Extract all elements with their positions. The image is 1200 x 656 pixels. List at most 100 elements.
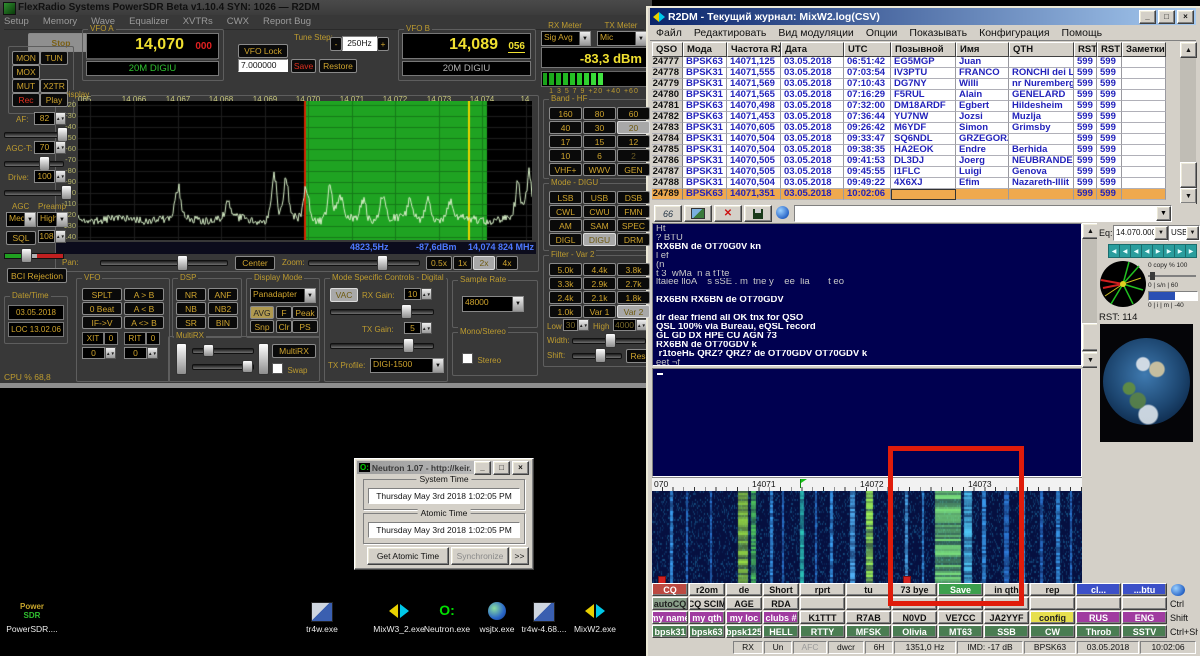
dropdown-arrow-icon[interactable]: ▼ (512, 297, 523, 311)
macro-n0vd[interactable]: N0VD (892, 611, 937, 624)
sideband-combobox[interactable]: USB▼ (1168, 225, 1200, 241)
close-button[interactable]: × (512, 461, 529, 475)
col-header-6[interactable]: Имя (956, 42, 1009, 57)
checkbox-icon[interactable] (462, 353, 473, 364)
mode-sam[interactable]: SAM (583, 219, 616, 232)
scrollbar-thumb[interactable] (1180, 162, 1197, 188)
frequency-combobox[interactable]: 14.070.000▼ (1113, 225, 1169, 241)
col-header-10[interactable]: Заметки (1122, 42, 1166, 57)
macro-de[interactable]: de (726, 583, 762, 596)
picture-button[interactable] (684, 205, 712, 222)
mode-digl[interactable]: DIGL (549, 233, 582, 246)
col-header-2[interactable]: Частота RX (727, 42, 781, 57)
dm-snp[interactable]: Snp (250, 320, 274, 333)
macro-myqth[interactable]: my qth (689, 611, 725, 624)
spinner-icon[interactable]: ▲▼ (421, 288, 432, 300)
dropdown-arrow-icon[interactable]: ▼ (1186, 226, 1199, 240)
dropdown-arrow-icon[interactable]: ▼ (304, 289, 315, 302)
multirx-pan2-slider[interactable] (258, 343, 269, 375)
multirx-gain-slider[interactable] (192, 344, 254, 355)
mixw-titlebar[interactable]: R2DM - Текущий журнал: MixW2.log(CSV) _ … (650, 8, 1196, 25)
delete-qso-button[interactable]: ✕ (714, 205, 742, 222)
spinner-icon[interactable]: ▲▼ (55, 112, 66, 125)
col-header-4[interactable]: UTC (844, 42, 891, 57)
macro-cq[interactable]: CQ (652, 583, 688, 596)
tx-meter-select[interactable]: Mic▼ (597, 31, 647, 46)
filter-var2[interactable]: Var 2 (617, 305, 650, 318)
table-row[interactable]: 24779BPSK3114071,56903.05.201807:10:43DG… (652, 79, 1166, 90)
macro-sstv[interactable]: SSTV (1122, 625, 1167, 638)
maximize-button[interactable]: □ (493, 461, 510, 475)
drive-field[interactable]: 100▲▼ (34, 170, 66, 183)
MON-button[interactable]: MON (12, 51, 40, 65)
Play-button[interactable]: Play (40, 93, 68, 107)
macro-save[interactable]: Save (938, 583, 983, 596)
log-scrollbar[interactable]: ▲ ▼ (1180, 42, 1196, 202)
psdr-menu-memory[interactable]: Memory (43, 15, 77, 29)
xit-button[interactable]: XIT (82, 332, 104, 345)
X2TR-button[interactable]: X2TR (40, 79, 68, 93)
dsp-bin[interactable]: BIN (208, 316, 238, 329)
Rec-button[interactable]: Rec (12, 93, 40, 107)
col-header-5[interactable]: Позывной (891, 42, 956, 57)
agct-field[interactable]: 70▲▼ (34, 141, 66, 154)
display-mode-select[interactable]: Panadapter▼ (250, 288, 316, 303)
mode-drm[interactable]: DRM (617, 233, 650, 246)
mode-usb[interactable]: USB (583, 191, 616, 204)
scroll-down-icon[interactable]: ▼ (1180, 188, 1197, 204)
agct-slider[interactable] (4, 156, 64, 169)
macro-autocq[interactable]: autoCQ (652, 597, 688, 610)
col-header-8[interactable]: RST (1074, 42, 1097, 57)
earth-globe[interactable] (1103, 338, 1190, 425)
save-log-button[interactable] (744, 205, 772, 222)
band-15[interactable]: 15 (583, 135, 616, 148)
vfoctl-ab[interactable]: A < B (124, 302, 164, 315)
mode-digu[interactable]: DIGU (583, 233, 616, 246)
macro-blank[interactable] (984, 597, 1029, 610)
dsp-nb[interactable]: NB (176, 302, 206, 315)
table-row[interactable]: 24788BPSK3114070,50403.05.201809:49:224X… (652, 178, 1166, 189)
dropdown-arrow-icon[interactable]: ▼ (24, 213, 35, 226)
rx-gain-field[interactable]: 10▲▼ (404, 288, 432, 300)
tune-right-button[interactable]: ▶ (1185, 244, 1197, 258)
rx-scrollbar[interactable]: ▲ ▼ (1082, 223, 1097, 366)
mode-spec[interactable]: SPEC (617, 219, 650, 232)
web-globe-icon[interactable] (776, 206, 789, 219)
macro-myloc[interactable]: my loc (726, 611, 762, 624)
spinner-icon[interactable]: ▲▼ (105, 347, 116, 359)
copy-slider[interactable] (1148, 272, 1196, 280)
filter-33k[interactable]: 3.3k (549, 277, 582, 290)
macro-hell[interactable]: HELL (763, 625, 799, 638)
sql-button[interactable]: SQL (6, 231, 36, 245)
band-40[interactable]: 40 (549, 121, 582, 134)
zoom-1x[interactable]: 1x (453, 256, 472, 270)
psdr-menu-xvtrs[interactable]: XVTRs (183, 15, 213, 29)
spinner-icon[interactable]: ▲▼ (147, 347, 158, 359)
swap-checkbox[interactable]: Swap (272, 360, 307, 378)
system-time-field[interactable]: Thursday May 3rd 2018 1:02:05 PM (368, 488, 520, 504)
mode-dsb[interactable]: DSB (617, 191, 650, 204)
vac-button[interactable]: VAC (330, 288, 358, 302)
table-row[interactable]: 24777BPSK6314071,12503.05.201806:51:42EG… (652, 57, 1166, 68)
desktop-icon-powersdr[interactable]: PowerSDRPowerSDR.... (0, 602, 64, 642)
table-row[interactable]: 24782BPSK6314071,45303.05.201807:36:44YU… (652, 112, 1166, 123)
macro-myname[interactable]: my name (652, 611, 688, 624)
mixw-menu-показывать[interactable]: Показывать (903, 27, 973, 39)
vfoctl-0beat[interactable]: 0 Beat (82, 302, 122, 315)
TUN-button[interactable]: TUN (40, 51, 68, 65)
tx-profile-select[interactable]: DIGI-1500▼ (370, 358, 444, 373)
band-gen[interactable]: GEN (617, 163, 650, 176)
table-row[interactable]: 24789BPSK6314071,35103.05.201810:02:0659… (652, 189, 1166, 200)
spinner-icon[interactable]: ▲▼ (55, 141, 66, 154)
dropdown-arrow-icon[interactable]: ▼ (579, 32, 590, 45)
band-30[interactable]: 30 (583, 121, 616, 134)
macro-rtty[interactable]: RTTY (800, 625, 845, 638)
filter-high-field[interactable]: 4000▲▼ (613, 319, 647, 331)
mixw-menu-конфигурация[interactable]: Конфигурация (973, 27, 1055, 39)
filter-18k[interactable]: 1.8k (617, 291, 650, 304)
macro-mfsk[interactable]: MFSK (846, 625, 891, 638)
filter-44k[interactable]: 4.4k (583, 263, 616, 276)
macro-inqth[interactable]: in qth (984, 583, 1029, 596)
scroll-up-icon[interactable]: ▲ (1180, 42, 1197, 58)
vfo-b-display[interactable]: 14,089 056 (402, 33, 531, 59)
